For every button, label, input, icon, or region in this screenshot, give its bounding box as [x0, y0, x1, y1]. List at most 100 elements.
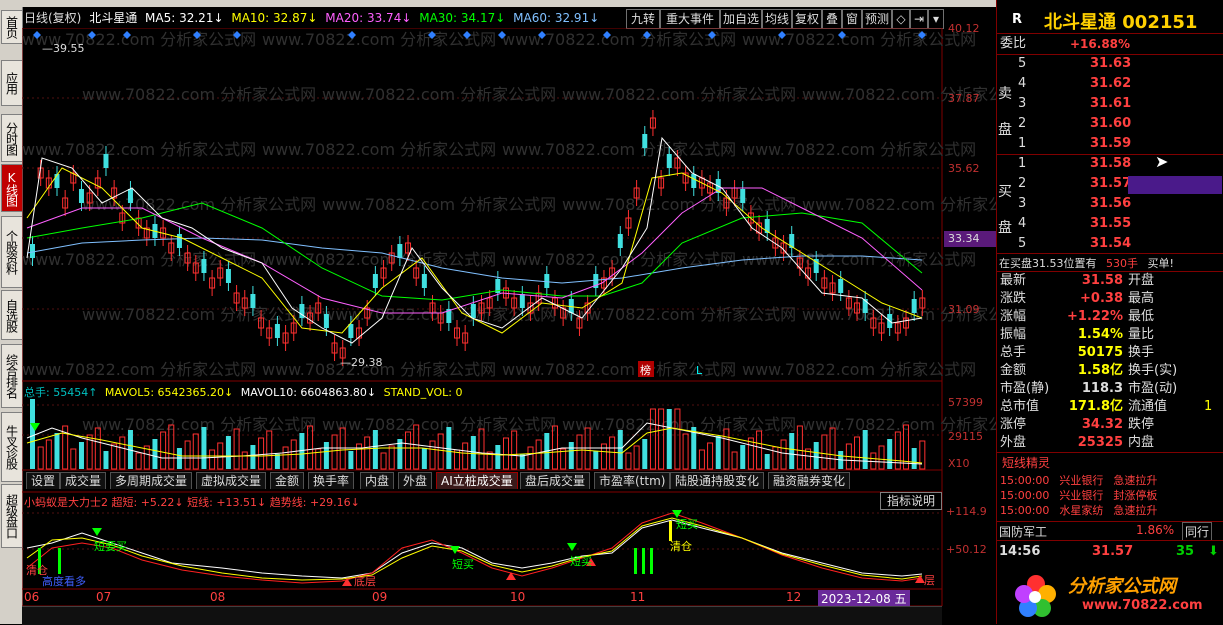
predict-button[interactable]: 预测 [862, 9, 892, 29]
sell-level-row[interactable]: 5 31.63 [998, 55, 1223, 73]
ma20-value: MA20: 33.74↓ [325, 11, 412, 25]
volume-bar [462, 442, 469, 470]
nav-home[interactable]: 首页 [1, 10, 23, 44]
tab-multi-period-volume[interactable]: 多周期成交量 [110, 472, 193, 489]
svg-text:www.70822.com 分析家公式网: www.70822.com 分析家公式网 [562, 85, 796, 104]
volume-bar [821, 434, 828, 470]
period-label[interactable]: 日线(复权) [24, 11, 81, 25]
tab-after-hours-volume[interactable]: 盘后成交量 [520, 472, 591, 489]
volume-bar [348, 451, 354, 469]
volume-bar [747, 437, 754, 470]
volume-bar [103, 451, 109, 469]
buy-level-row[interactable]: 1 31.58 [998, 155, 1223, 173]
volume-bar [70, 448, 77, 470]
dropdown-icon[interactable]: ▾ [928, 9, 944, 29]
candle-body [201, 259, 207, 273]
volume-bar [911, 448, 917, 469]
mavol5-value: MAVOL5: 6542365.20↓ [104, 386, 234, 399]
jingling-item[interactable]: 15:00:00 水星家纺 急速拉升 [1000, 502, 1157, 518]
tab-inner[interactable]: 内盘 [360, 472, 395, 489]
svg-text:短买: 短买 [676, 517, 698, 531]
sell-level-row[interactable]: 4 31.62 [998, 75, 1223, 93]
tab-turnover[interactable]: 换手率 [308, 472, 355, 489]
svg-text:www.70822.com 分析家公式网: www.70822.com 分析家公式网 [322, 85, 556, 104]
volume-bar [633, 445, 640, 470]
tab-margin[interactable]: 融资融券变化 [768, 472, 851, 489]
tab-virtual-volume[interactable]: 虚拟成交量 [196, 472, 267, 489]
sell-level-row[interactable]: 3 31.61 [998, 95, 1223, 113]
volume-bar [30, 399, 35, 469]
buy-level-row[interactable]: 3 31.56 [998, 195, 1223, 213]
jingling-item[interactable]: 15:00:00 兴业银行 封涨停板 [1000, 487, 1157, 503]
volume-bar [266, 430, 273, 470]
jiuzhuan-button[interactable]: 九转 [626, 9, 660, 29]
sell-level-row[interactable]: 2 31.60 [998, 115, 1223, 133]
volume-bar [715, 436, 721, 469]
tab-pe-ttm[interactable]: 市盈率(ttm) [594, 472, 671, 489]
buy-level-row[interactable]: 5 31.54 [998, 235, 1223, 253]
volume-bar [331, 434, 338, 470]
add-watchlist-button[interactable]: 加自选 [720, 9, 762, 29]
window-button[interactable]: 窗 [842, 9, 862, 29]
volume-bar [862, 430, 868, 469]
candle-body [274, 324, 280, 338]
order-notice[interactable]: 在买盘31.53位置有 530手 买单! [999, 255, 1174, 271]
nav-stock-info[interactable]: 个股资料 [1, 216, 23, 288]
ma-button[interactable]: 均线 [762, 9, 792, 29]
candle-body [519, 294, 525, 308]
nav-super-panel[interactable]: 超级盘口 [1, 484, 23, 548]
jingling-item[interactable]: 15:00:00 兴业银行 急速拉升 [1000, 472, 1157, 488]
volume-bar [225, 436, 231, 469]
candle-body [103, 154, 109, 168]
volume-bar [878, 445, 885, 470]
sector-name[interactable]: 国防军工 [999, 523, 1047, 540]
tab-volume[interactable]: 成交量 [60, 472, 107, 489]
indicator-trend-line [26, 512, 923, 584]
candle-body [78, 189, 84, 203]
price-axis-label: 40.12 [948, 22, 980, 35]
stat-row: 金额 1.58亿 换手(实) [1000, 363, 1178, 378]
rights-button[interactable]: 复权 [792, 9, 822, 29]
tab-settings[interactable]: 设置 [26, 472, 61, 489]
indicator-labels: 清仓 短要买 短买 短买 清仓 短买 高度看多 底层 层 [26, 517, 935, 588]
volume-bar [94, 427, 101, 470]
volume-total: 总手: 55454↑ [24, 386, 98, 399]
nav-ranking[interactable]: 综合排名 [1, 344, 23, 408]
menu-strip [22, 0, 997, 7]
volume-bar [364, 436, 371, 470]
bottom-indicator-tabs[interactable] [22, 606, 942, 625]
nav-kline[interactable]: K线图 [1, 164, 23, 212]
candle-body [911, 299, 917, 313]
tab-northbound[interactable]: 陆股通持股变化 [670, 472, 765, 489]
tick-price: 31.57 [1092, 544, 1134, 559]
svg-text:底层: 底层 [354, 574, 376, 588]
peer-button[interactable]: 同行 [1182, 522, 1213, 541]
tab-amount[interactable]: 金额 [270, 472, 305, 489]
sector-pct: 1.86% [1136, 523, 1175, 537]
svg-text:短要买: 短要买 [94, 539, 127, 553]
arrow-icon[interactable]: ⇥ [910, 9, 928, 29]
sell-level-row[interactable]: 1 31.59 [998, 135, 1223, 153]
nav-watchlist[interactable]: 自选股 [1, 290, 23, 340]
draw-icon[interactable]: ◇ [892, 9, 910, 29]
volume-bar [625, 452, 632, 470]
nav-diagnosis[interactable]: 牛叉诊股 [1, 412, 23, 482]
overlay-button[interactable]: 叠 [822, 9, 842, 29]
buy-level-row[interactable]: 4 31.55 [998, 215, 1223, 233]
nav-intraday[interactable]: 分时图 [1, 114, 23, 162]
rank-badge[interactable]: 榜 [640, 363, 651, 377]
volume-bar [421, 448, 427, 469]
volume-bar [527, 446, 534, 470]
volume-bar [405, 431, 412, 470]
candle-body [838, 279, 844, 293]
stat-row: 总市值 171.8亿 流通值 1 [1000, 399, 1213, 414]
tab-outer[interactable]: 外盘 [398, 472, 433, 489]
nav-apps[interactable]: 应用 [1, 60, 23, 106]
major-events-button[interactable]: 重大事件 [660, 9, 720, 29]
stand-vol-value: STAND_VOL: 0 [383, 386, 463, 399]
svg-text:层: 层 [924, 574, 935, 587]
svg-text:www.70822.com 分析家公式网: www.70822.com 分析家公式网 [562, 305, 796, 324]
indicator-help-button[interactable]: 指标说明 [880, 492, 942, 510]
jingling-title[interactable]: 短线精灵 [1002, 454, 1050, 471]
tab-ai-volume[interactable]: AI立桩成交量 [436, 472, 518, 489]
